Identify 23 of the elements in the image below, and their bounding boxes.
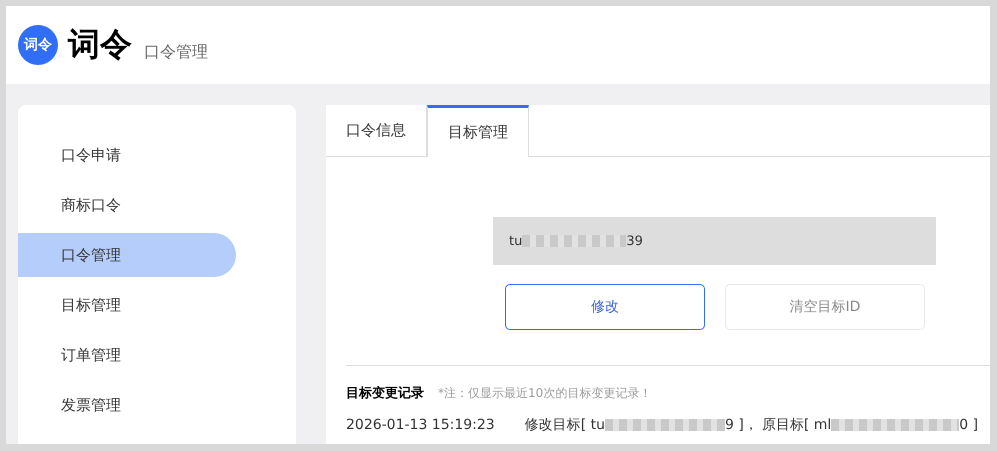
record-text: 原目标[ ml [762,416,832,434]
sidebar-item[interactable]: 口令申请 [18,133,236,177]
record-text: 修改目标[ tu [524,416,605,434]
record-text: 9 ]， [724,416,758,434]
field-value-start: tu [509,234,522,248]
tab[interactable]: 口令信息 [326,105,427,157]
logo-icon: 词令 [18,25,58,65]
action-button[interactable]: 清空目标ID [725,284,925,330]
tab[interactable]: 目标管理 [427,105,529,157]
sidebar-item[interactable]: 订单管理 [18,333,236,377]
action-button[interactable]: 修改 [505,284,705,330]
record-text: 0 ] [959,417,978,433]
sidebar-item[interactable]: 口令管理 [18,233,236,277]
sidebar-item[interactable]: 商标口令 [18,183,236,227]
brand-name: 词令 [68,24,132,65]
sidebar-item[interactable]: 发票管理 [18,383,236,427]
record-time: 2026-01-13 15:19:23 [346,417,495,433]
history-title: 目标变更记录 [346,384,424,402]
target-id-field[interactable]: tu 39 [493,217,936,265]
page-subtitle: 口令管理 [144,42,208,62]
history-note: *注：仅显示最近10次的目标变更记录！ [438,385,652,402]
field-value-end: 39 [626,234,643,248]
sidebar-item[interactable]: 目标管理 [18,283,236,327]
